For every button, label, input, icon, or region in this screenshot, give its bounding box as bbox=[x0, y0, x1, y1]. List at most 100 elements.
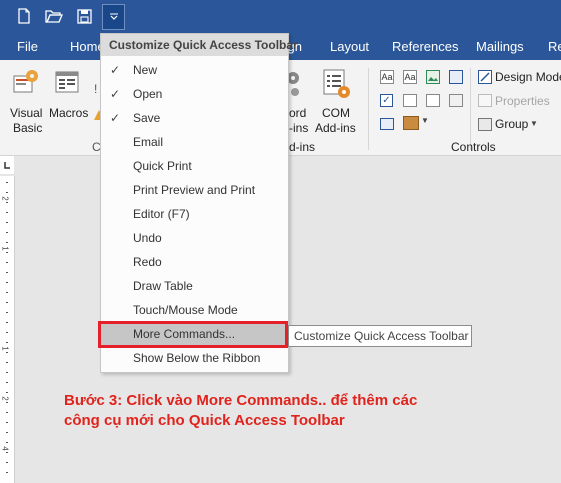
instruction-line-2: công cụ mới cho Quick Access Toolbar bbox=[64, 412, 345, 429]
ruler-tick bbox=[6, 252, 8, 253]
ruler-tick bbox=[6, 462, 8, 463]
ruler-tick bbox=[6, 222, 8, 223]
checkbox-control-icon[interactable]: ✓ bbox=[380, 94, 393, 107]
ruler-tick bbox=[6, 212, 8, 213]
quick-access-toolbar bbox=[0, 0, 561, 33]
ruler-tick bbox=[6, 342, 8, 343]
menu-item-label: Quick Print bbox=[133, 159, 192, 173]
ruler-number: 4 bbox=[0, 446, 10, 451]
ruler-tick bbox=[6, 372, 8, 373]
menu-item[interactable]: Undo bbox=[101, 226, 288, 250]
macros-button[interactable] bbox=[54, 68, 82, 101]
menu-item-label: Save bbox=[133, 111, 161, 125]
instruction-note: Bước 3: Click vào More Commands.. để thê… bbox=[64, 391, 544, 431]
ruler-number: 1 bbox=[0, 246, 10, 251]
group-chevron-down-icon[interactable]: ▼ bbox=[530, 119, 538, 128]
ruler-tick bbox=[6, 412, 8, 413]
picture-control-icon[interactable] bbox=[426, 70, 440, 84]
tab-mailings[interactable]: Mailings bbox=[476, 39, 524, 54]
group-controls-label: Controls bbox=[451, 140, 496, 154]
menu-title: Customize Quick Access Toolbar bbox=[101, 34, 298, 56]
com-addins-button[interactable] bbox=[322, 68, 352, 103]
date-picker-control-icon[interactable] bbox=[449, 94, 463, 107]
menu-item[interactable]: Email bbox=[101, 130, 288, 154]
repeating-section-control-icon[interactable] bbox=[380, 118, 394, 130]
tab-review[interactable]: Re bbox=[548, 39, 561, 54]
ruler-tick bbox=[6, 192, 8, 193]
macros-icon bbox=[55, 71, 79, 93]
menu-item[interactable]: ✓ New bbox=[101, 58, 288, 82]
group-button[interactable]: Group bbox=[495, 117, 528, 131]
chevron-down-icon bbox=[109, 13, 118, 20]
menu-item-label: New bbox=[133, 63, 158, 77]
plain-text-control-icon[interactable]: Aa bbox=[403, 70, 417, 84]
ruler-tick bbox=[6, 432, 8, 433]
menu-item-label: Print Preview and Print bbox=[133, 183, 256, 197]
menu-item[interactable]: Draw Table bbox=[101, 274, 288, 298]
tab-file[interactable]: File bbox=[17, 39, 38, 54]
group-separator-2 bbox=[470, 68, 471, 150]
ruler-tick bbox=[6, 332, 8, 333]
instruction-line-1: Bước 3: Click vào More Commands.. để thê… bbox=[64, 392, 418, 409]
vertical-ruler: 2 1 1 2 4 bbox=[0, 176, 15, 483]
checkmark-icon: ✓ bbox=[110, 111, 121, 125]
menu-item[interactable]: Touch/Mouse Mode bbox=[101, 298, 288, 322]
tooltip: Customize Quick Access Toolbar bbox=[288, 325, 472, 347]
visual-basic-icon bbox=[13, 70, 38, 93]
save-floppy-icon[interactable] bbox=[73, 5, 95, 27]
legacy-tools-chevron-down-icon[interactable]: ▼ bbox=[421, 116, 429, 125]
ruler-tick bbox=[6, 312, 8, 313]
visual-basic-button[interactable] bbox=[12, 68, 40, 101]
group-icon bbox=[478, 118, 492, 131]
menu-item-label: Draw Table bbox=[133, 279, 193, 293]
com-addins-label-2: Add-ins bbox=[315, 121, 356, 135]
design-mode-icon bbox=[478, 70, 492, 84]
word-addins-button[interactable] bbox=[287, 68, 303, 101]
ruler-tick bbox=[6, 282, 8, 283]
menu-item[interactable]: Show Below the Ribbon bbox=[101, 346, 288, 370]
menu-item-label: Redo bbox=[133, 255, 162, 269]
menu-item[interactable]: Quick Print bbox=[101, 154, 288, 178]
com-addins-icon bbox=[323, 69, 350, 98]
new-document-icon[interactable] bbox=[13, 5, 35, 27]
menu-item-label: Editor (F7) bbox=[133, 207, 190, 221]
ruler-tick bbox=[6, 242, 8, 243]
menu-item-label: Open bbox=[133, 87, 163, 101]
text-control-icon[interactable]: Aa bbox=[380, 70, 394, 84]
tab-references[interactable]: References bbox=[392, 39, 458, 54]
ruler-tick bbox=[6, 402, 8, 403]
ruler-tick bbox=[6, 272, 8, 273]
highlight-box bbox=[98, 321, 288, 348]
word-addins-label: ord bbox=[289, 106, 307, 120]
menu-item[interactable]: Editor (F7) bbox=[101, 202, 288, 226]
legacy-tools-icon[interactable] bbox=[403, 116, 419, 130]
properties-button[interactable]: Properties bbox=[495, 94, 550, 108]
customize-qat-dropdown-button[interactable] bbox=[102, 4, 125, 30]
ruler-tab-selector[interactable] bbox=[0, 156, 14, 174]
design-mode-button[interactable]: Design Mode bbox=[495, 70, 561, 84]
checkmark-icon: ✓ bbox=[110, 87, 121, 101]
ruler-tick bbox=[6, 322, 8, 323]
menu-item-label: Show Below the Ribbon bbox=[133, 351, 261, 365]
group-addins-label: d-ins bbox=[289, 140, 316, 154]
ruler-tick bbox=[6, 382, 8, 383]
open-folder-icon[interactable] bbox=[43, 5, 65, 27]
checkmark-icon: ✓ bbox=[110, 63, 121, 77]
tab-layout[interactable]: Layout bbox=[330, 39, 369, 54]
menu-item-label: Touch/Mouse Mode bbox=[133, 303, 238, 317]
menu-item[interactable]: ✓ Open bbox=[101, 82, 288, 106]
ruler-tick bbox=[6, 232, 8, 233]
menu-item[interactable]: Redo bbox=[101, 250, 288, 274]
menu-item[interactable]: Print Preview and Print bbox=[101, 178, 288, 202]
record-macro-fragment: ! bbox=[94, 82, 98, 96]
combo-box-control-icon[interactable] bbox=[403, 94, 417, 107]
properties-icon bbox=[478, 94, 492, 107]
gear-icon bbox=[287, 72, 299, 96]
ruler-tick bbox=[6, 262, 8, 263]
ruler-number: 2 bbox=[0, 396, 10, 401]
dropdown-list-control-icon[interactable] bbox=[426, 94, 440, 107]
ruler-tick bbox=[6, 362, 8, 363]
macros-label: Macros bbox=[49, 106, 89, 120]
building-block-control-icon[interactable] bbox=[449, 70, 463, 84]
menu-item[interactable]: ✓ Save bbox=[101, 106, 288, 130]
